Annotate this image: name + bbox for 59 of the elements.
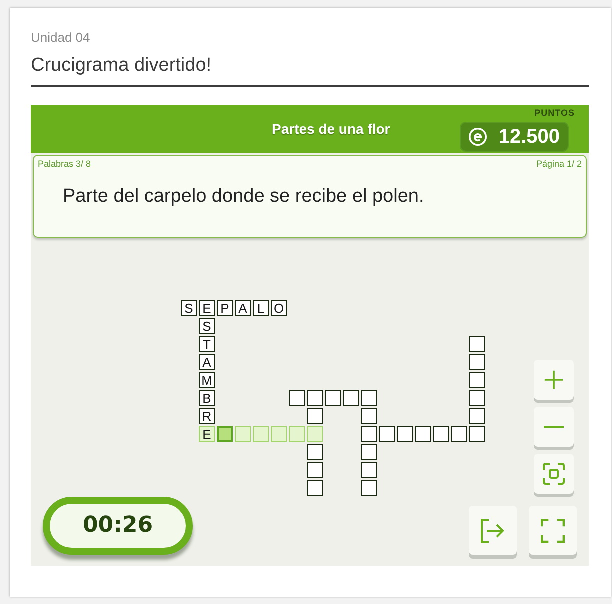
crossword-cell[interactable] bbox=[361, 426, 377, 442]
points-value: 12.500 bbox=[498, 125, 560, 149]
crossword-cell[interactable] bbox=[433, 426, 449, 442]
crossword-cell[interactable]: L bbox=[253, 300, 269, 316]
crossword-cell[interactable] bbox=[397, 426, 413, 442]
timer-display: 00:26 bbox=[43, 497, 193, 555]
crossword-cell[interactable] bbox=[361, 444, 377, 460]
crossword-cell[interactable] bbox=[361, 408, 377, 424]
logout-icon bbox=[480, 518, 506, 544]
crossword-cell[interactable] bbox=[415, 426, 431, 442]
page-indicator: Página 1/ 2 bbox=[536, 159, 582, 170]
crossword-cell[interactable] bbox=[307, 462, 323, 478]
crossword-cell[interactable] bbox=[307, 390, 323, 406]
crossword-cell[interactable] bbox=[469, 408, 485, 424]
clue-text: Parte del carpelo donde se recibe el polen. bbox=[63, 185, 424, 209]
crossword-cell[interactable]: R bbox=[199, 408, 215, 424]
crossword-cell[interactable] bbox=[361, 480, 377, 496]
crossword-cell[interactable]: S bbox=[199, 318, 215, 334]
crossword-cell[interactable]: S bbox=[181, 300, 197, 316]
coin-icon bbox=[468, 128, 487, 146]
exit-button[interactable] bbox=[469, 506, 517, 555]
crossword-cell[interactable] bbox=[469, 336, 485, 352]
fullscreen-button[interactable] bbox=[529, 506, 577, 555]
zoom-in-button[interactable] bbox=[534, 360, 574, 400]
unit-label: Unidad 04 bbox=[31, 30, 90, 46]
crossword-cell[interactable]: E bbox=[199, 300, 215, 316]
crossword-cell[interactable]: P bbox=[217, 300, 233, 316]
fullscreen-icon bbox=[541, 518, 565, 542]
crossword-cell[interactable]: B bbox=[199, 390, 215, 406]
crossword-cell[interactable]: T bbox=[199, 336, 215, 352]
crossword-cell[interactable] bbox=[469, 354, 485, 370]
focus-icon bbox=[543, 463, 565, 485]
crossword-cell[interactable] bbox=[217, 426, 233, 442]
points-label: PUNTOS bbox=[534, 108, 575, 119]
crossword-cell[interactable]: A bbox=[199, 354, 215, 370]
recenter-button[interactable] bbox=[534, 454, 574, 494]
crossword-cell[interactable] bbox=[307, 408, 323, 424]
crossword-cell[interactable] bbox=[469, 426, 485, 442]
crossword-cell[interactable] bbox=[469, 372, 485, 388]
crossword-cell[interactable]: O bbox=[271, 300, 287, 316]
crossword-cell[interactable]: E bbox=[199, 426, 215, 442]
crossword-cell[interactable] bbox=[361, 462, 377, 478]
crossword-cell[interactable] bbox=[307, 480, 323, 496]
topic-title: Partes de una flor bbox=[272, 120, 390, 138]
word-counter: Palabras 3/ 8 bbox=[38, 159, 92, 170]
crossword-cell[interactable] bbox=[289, 390, 305, 406]
crossword-cell[interactable] bbox=[361, 390, 377, 406]
zoom-out-button[interactable] bbox=[534, 407, 574, 447]
crossword-cell[interactable] bbox=[451, 426, 467, 442]
crossword-cell[interactable] bbox=[343, 390, 359, 406]
crossword-cell[interactable] bbox=[325, 390, 341, 406]
plus-icon bbox=[544, 370, 564, 390]
crossword-cell[interactable] bbox=[379, 426, 395, 442]
crossword-cell[interactable] bbox=[307, 444, 323, 460]
page-title: Crucigrama divertido! bbox=[31, 54, 212, 78]
crossword-cell[interactable] bbox=[469, 390, 485, 406]
crossword-cell[interactable]: A bbox=[235, 300, 251, 316]
minus-icon bbox=[544, 426, 564, 428]
crossword-cell[interactable]: M bbox=[199, 372, 215, 388]
